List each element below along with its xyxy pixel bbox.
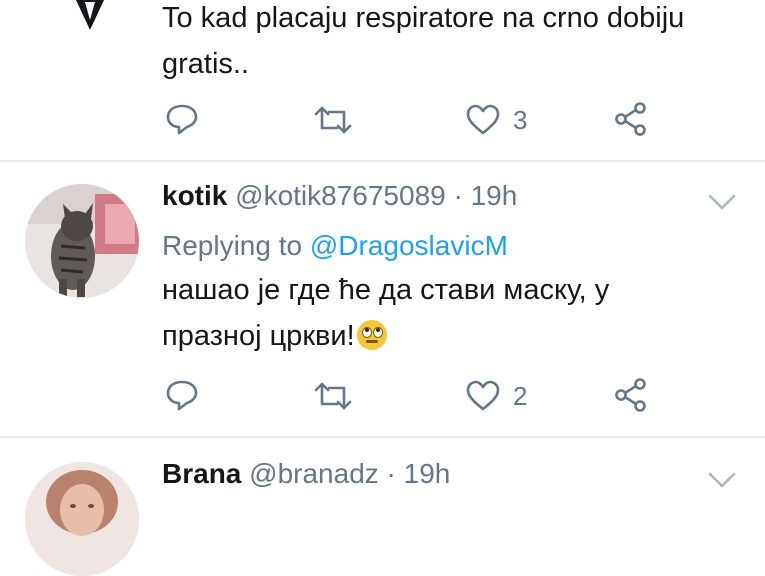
user-header: kotik @kotik87675089 · 19h: [162, 180, 517, 212]
user-handle[interactable]: @kotik87675089: [235, 180, 446, 211]
like-count: 2: [513, 380, 528, 411]
separator: ·: [453, 180, 463, 211]
chevron-down-icon[interactable]: [707, 192, 737, 212]
retweet-icon: [314, 382, 352, 410]
tweet-body: To kad placaju respiratore na crno dobij…: [162, 2, 685, 80]
pin-icon: [76, 0, 104, 30]
cat-photo: [25, 184, 139, 298]
reply-button[interactable]: [165, 379, 199, 411]
mention-link[interactable]: @DragoslavicM: [310, 230, 508, 261]
user-handle[interactable]: @branadz: [249, 458, 379, 489]
share-icon: [615, 102, 646, 136]
heart-icon: [466, 380, 500, 411]
heart-icon: [466, 104, 500, 135]
reply-icon: [166, 380, 198, 411]
tweet-body: нашао је где ће да стави маску, у празно…: [162, 274, 610, 352]
reply-icon: [166, 104, 198, 135]
like-count: 3: [513, 104, 528, 135]
timestamp[interactable]: 19h: [404, 458, 451, 489]
tweet-1[interactable]: To kad placaju respiratore na crno dobij…: [0, 0, 765, 160]
profile-photo: [25, 462, 139, 576]
display-name[interactable]: kotik: [162, 180, 227, 211]
share-button[interactable]: [613, 377, 649, 413]
tweet-2[interactable]: kotik @kotik87675089 · 19h Replying to @…: [0, 162, 765, 436]
timestamp[interactable]: 19h: [471, 180, 518, 211]
like-button[interactable]: 3: [465, 104, 527, 136]
user-header: Brana @branadz · 19h: [162, 458, 450, 490]
rolling-eyes-emoji-icon: [356, 320, 387, 350]
share-button[interactable]: [613, 101, 649, 137]
replying-to: Replying to @DragoslavicM: [162, 230, 508, 261]
display-name[interactable]: Brana: [162, 458, 241, 489]
avatar[interactable]: [25, 462, 139, 576]
tweet-3[interactable]: Brana @branadz · 19h: [0, 438, 765, 576]
avatar[interactable]: [25, 184, 139, 298]
retweet-button[interactable]: [313, 381, 353, 411]
retweet-icon: [314, 106, 352, 134]
chevron-down-icon[interactable]: [707, 470, 737, 490]
separator: ·: [386, 458, 396, 489]
reply-button[interactable]: [165, 103, 199, 135]
retweet-button[interactable]: [313, 105, 353, 135]
like-button[interactable]: 2: [465, 380, 527, 412]
share-icon: [615, 378, 646, 412]
